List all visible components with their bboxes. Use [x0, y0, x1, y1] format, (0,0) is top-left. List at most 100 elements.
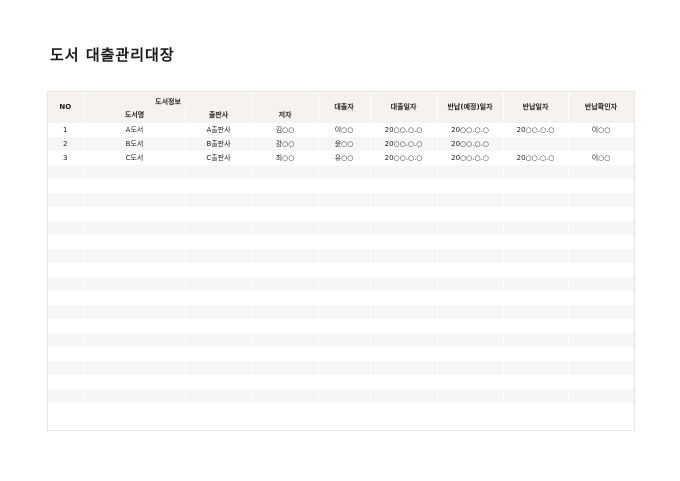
- empty-cell: [318, 333, 371, 347]
- empty-table-row: [47, 319, 635, 333]
- header-due-date: 반납(예정)일자: [437, 91, 504, 123]
- empty-cell: [568, 179, 635, 193]
- empty-table-row: [47, 305, 635, 319]
- empty-cell: [503, 333, 569, 347]
- empty-cell: [84, 361, 186, 375]
- empty-cell: [252, 375, 319, 389]
- header-return-date: 반납일자: [503, 91, 569, 123]
- cell-book-name: C도서: [84, 151, 186, 165]
- cell-publisher: C출판사: [185, 151, 253, 165]
- empty-cell: [503, 207, 569, 221]
- empty-cell: [437, 179, 504, 193]
- empty-cell: [318, 361, 371, 375]
- empty-cell: [185, 333, 253, 347]
- empty-cell: [503, 277, 569, 291]
- cell-return-date: [503, 137, 569, 151]
- header-book-info: 도서정보: [84, 91, 253, 107]
- empty-cell: [568, 333, 635, 347]
- empty-cell: [84, 235, 186, 249]
- empty-cell: [568, 235, 635, 249]
- empty-cell: [370, 347, 438, 361]
- empty-table-row: [47, 221, 635, 235]
- empty-cell: [252, 389, 319, 403]
- empty-cell: [252, 361, 319, 375]
- empty-cell: [503, 375, 569, 389]
- table-row: 2 B도서 B출판사 강○○ 윤○○ 20○○.○.○ 20○○.○.○: [47, 137, 635, 151]
- empty-cell: [84, 207, 186, 221]
- empty-cell: [437, 361, 504, 375]
- empty-cell: [47, 207, 85, 221]
- empty-cell: [84, 347, 186, 361]
- empty-cell: [318, 347, 371, 361]
- empty-cell: [185, 361, 253, 375]
- cell-return-confirm: 이○○: [568, 123, 635, 137]
- empty-cell: [185, 235, 253, 249]
- empty-cell: [370, 361, 438, 375]
- empty-cell: [370, 333, 438, 347]
- header-publisher: 출판사: [185, 107, 253, 123]
- empty-cell: [84, 375, 186, 389]
- empty-cell: [318, 235, 371, 249]
- empty-cell: [185, 347, 253, 361]
- empty-table-row: [47, 249, 635, 263]
- empty-cell: [252, 277, 319, 291]
- empty-cell: [47, 291, 85, 305]
- empty-cell: [318, 263, 371, 277]
- empty-cell: [84, 333, 186, 347]
- empty-cell: [47, 165, 85, 179]
- empty-cell: [47, 389, 85, 403]
- empty-cell: [185, 179, 253, 193]
- empty-cell: [252, 263, 319, 277]
- empty-cell: [568, 221, 635, 235]
- empty-cell: [47, 277, 85, 291]
- empty-cell: [568, 389, 635, 403]
- empty-table-row: [47, 207, 635, 221]
- cell-author: 최○○: [252, 151, 319, 165]
- table-row: 1 A도서 A출판사 김○○ 이○○ 20○○.○.○ 20○○.○.○ 20○○.○.○ 이○…: [47, 123, 635, 137]
- empty-cell: [370, 249, 438, 263]
- empty-cell: [84, 319, 186, 333]
- empty-cell: [503, 361, 569, 375]
- cell-book-name: B도서: [84, 137, 186, 151]
- empty-cell: [318, 319, 371, 333]
- empty-cell: [503, 291, 569, 305]
- empty-cell: [318, 179, 371, 193]
- empty-cell: [503, 319, 569, 333]
- empty-cell: [370, 263, 438, 277]
- empty-table-row: [47, 165, 635, 179]
- empty-table-row: [47, 347, 635, 361]
- empty-cell: [84, 165, 186, 179]
- cell-loan-date: 20○○.○.○: [370, 151, 438, 165]
- empty-cell: [84, 249, 186, 263]
- empty-cell: [252, 235, 319, 249]
- empty-cell: [437, 291, 504, 305]
- empty-cell: [84, 291, 186, 305]
- empty-cell: [503, 389, 569, 403]
- empty-cell: [503, 165, 569, 179]
- empty-cell: [185, 291, 253, 305]
- empty-cell: [318, 277, 371, 291]
- empty-cell: [568, 291, 635, 305]
- empty-cell: [370, 221, 438, 235]
- empty-cell: [252, 291, 319, 305]
- empty-cell: [47, 249, 85, 263]
- header-return-confirm: 반납확인자: [568, 91, 635, 123]
- empty-cell: [503, 179, 569, 193]
- cell-due-date: 20○○.○.○: [437, 137, 504, 151]
- cell-author: 김○○: [252, 123, 319, 137]
- empty-cell: [503, 263, 569, 277]
- empty-cell: [252, 333, 319, 347]
- empty-cell: [185, 375, 253, 389]
- cell-publisher: A출판사: [185, 123, 253, 137]
- cell-due-date: 20○○.○.○: [437, 123, 504, 137]
- empty-cell: [252, 165, 319, 179]
- empty-cell: [370, 207, 438, 221]
- cell-author: 강○○: [252, 137, 319, 151]
- empty-cell: [503, 235, 569, 249]
- empty-cell: [437, 389, 504, 403]
- empty-cell: [568, 305, 635, 319]
- empty-cell: [318, 389, 371, 403]
- cell-loan-date: 20○○.○.○: [370, 137, 438, 151]
- empty-cell: [568, 361, 635, 375]
- empty-cell: [47, 333, 85, 347]
